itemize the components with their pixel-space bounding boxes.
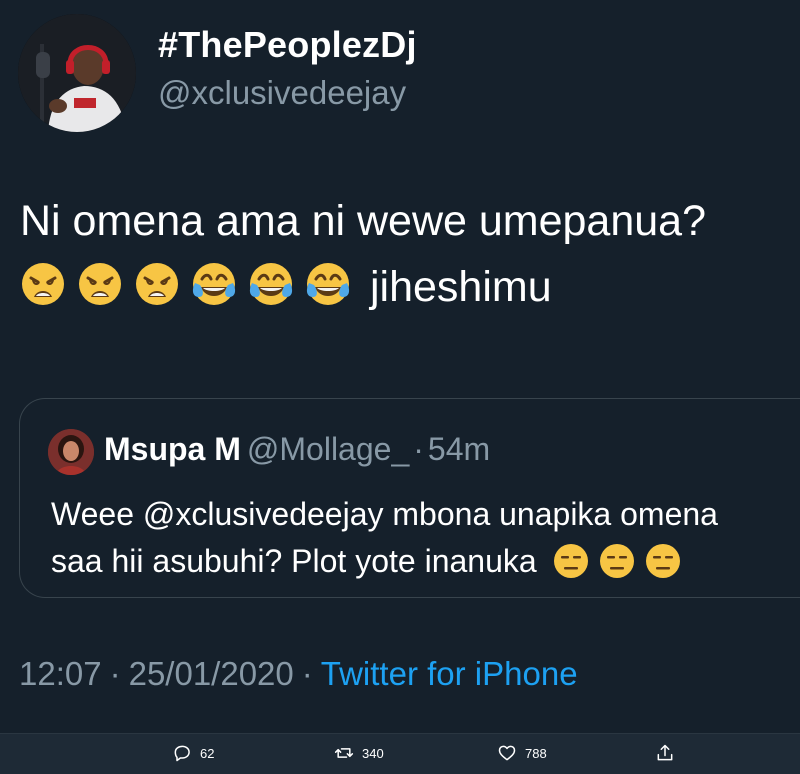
tweet-time[interactable]: 12:07: [19, 655, 102, 692]
quoted-author-avatar[interactable]: [48, 429, 94, 475]
meta-separator: ·: [109, 655, 121, 692]
tweet-text-line: Ni omena ama ni wewe umepanua?: [20, 197, 707, 245]
quoted-tweet-card[interactable]: Msupa M @Mollage_ · 54m Weee @xclusivedeeja…: [19, 398, 800, 598]
tweet-metadata: 12:07 · 25/01/2020 · Twitter for iPhone: [19, 655, 578, 693]
quoted-timestamp[interactable]: 54m: [428, 431, 490, 467]
author-display-name[interactable]: #ThePeoplezDj: [158, 24, 417, 66]
share-button[interactable]: [655, 743, 683, 763]
tweet-text-line: jiheshimu: [20, 254, 790, 320]
quoted-author-name[interactable]: Msupa M: [104, 431, 241, 467]
heart-icon: [498, 745, 516, 761]
weary-face-emoji: [77, 261, 123, 307]
tears-of-joy-emoji: [305, 261, 351, 307]
quoted-tweet-header: Msupa M @Mollage_ · 54m: [104, 431, 490, 468]
expressionless-face-emoji: [552, 542, 590, 580]
like-count: 788: [525, 745, 547, 761]
like-button[interactable]: 788: [497, 743, 547, 763]
weary-face-emoji: [134, 261, 180, 307]
retweet-icon: [334, 748, 354, 758]
quoted-text-line: saa hii asubuhi? Plot yote inanuka: [51, 538, 791, 585]
retweet-count: 340: [362, 745, 384, 761]
author-handle[interactable]: @xclusivedeejay: [158, 74, 406, 112]
reply-count: 62: [200, 745, 215, 761]
quoted-text-line: Weee @xclusivedeejay mbona unapika omena: [51, 496, 718, 532]
tweet-date[interactable]: 25/01/2020: [129, 655, 294, 692]
tears-of-joy-emoji: [248, 261, 294, 307]
tweet-source-link[interactable]: Twitter for iPhone: [321, 655, 578, 692]
author-avatar[interactable]: [18, 14, 136, 132]
tweet-text: Ni omena ama ni wewe umepanua? jiheshimu: [20, 188, 790, 320]
retweet-button[interactable]: 340: [334, 743, 384, 763]
tweet-action-bar: 62 340 788: [0, 733, 800, 774]
tears-of-joy-emoji: [191, 261, 237, 307]
tweet-hashword: jiheshimu: [370, 263, 552, 311]
share-icon: [657, 744, 673, 761]
reply-button[interactable]: 62: [172, 743, 214, 763]
expressionless-face-emoji: [598, 542, 636, 580]
weary-face-emoji: [20, 261, 66, 307]
expressionless-face-emoji: [644, 542, 682, 580]
quoted-separator: ·: [413, 431, 424, 467]
quoted-text-line2: saa hii asubuhi? Plot yote inanuka: [51, 543, 537, 579]
quoted-tweet-text: Weee @xclusivedeejay mbona unapika omena…: [51, 491, 791, 585]
meta-separator: ·: [301, 655, 313, 692]
reply-icon: [174, 745, 190, 762]
quoted-author-handle[interactable]: @Mollage_: [247, 431, 409, 467]
